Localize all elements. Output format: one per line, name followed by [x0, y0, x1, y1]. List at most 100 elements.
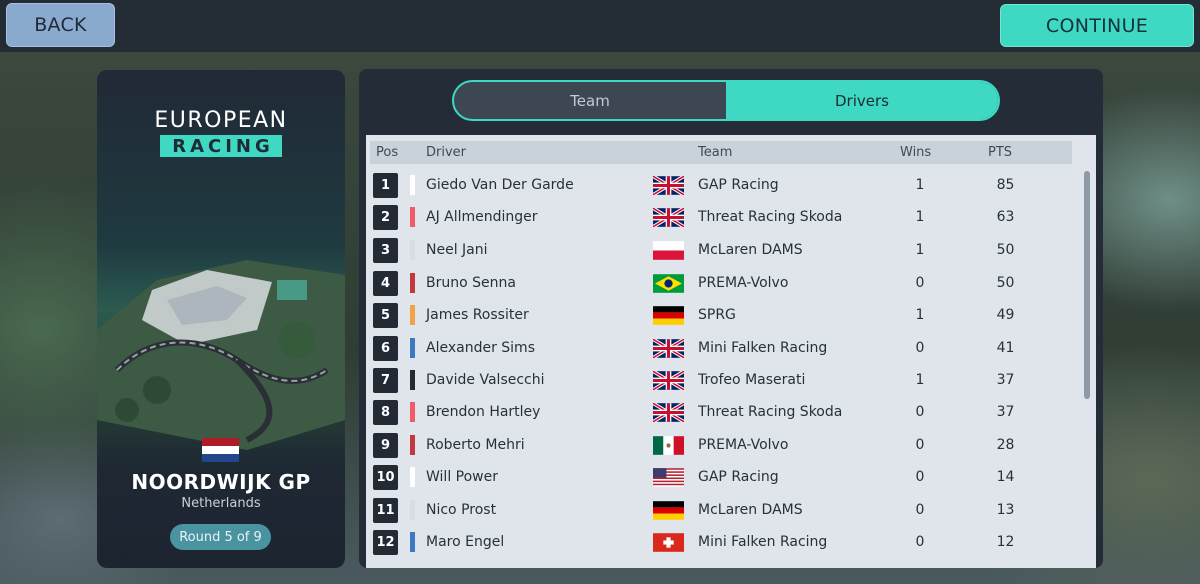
- team-name: McLaren DAMS: [698, 502, 803, 518]
- uk-flag-icon: [653, 208, 684, 227]
- points-total: 37: [996, 404, 1015, 420]
- position-badge: 11: [373, 498, 398, 523]
- tab-team[interactable]: Team: [454, 82, 726, 119]
- table-row[interactable]: 12 Maro Engel Mini Falken Racing 0 12: [366, 527, 1086, 557]
- driver-name: Maro Engel: [426, 534, 505, 550]
- usa-flag-icon: [653, 468, 684, 487]
- circuit-illustration: [97, 260, 345, 450]
- wins-count: 0: [915, 502, 925, 518]
- table-row[interactable]: 2 AJ Allmendinger Threat Racing Skoda 1 63: [366, 202, 1086, 232]
- points-total: 12: [996, 534, 1015, 550]
- column-pts: PTS: [988, 145, 1013, 160]
- wins-count: 0: [915, 275, 925, 291]
- position-badge: 1: [373, 173, 398, 198]
- switzerland-flag-icon: [653, 533, 684, 552]
- team-color-stripe: [410, 175, 415, 195]
- standings-panel: Team Drivers Pos Driver Team Wins PTS 1 G…: [359, 69, 1103, 568]
- driver-name: Bruno Senna: [426, 275, 516, 291]
- team-name: Mini Falken Racing: [698, 340, 828, 356]
- column-team: Team: [698, 145, 733, 160]
- column-pos: Pos: [376, 145, 399, 160]
- column-wins: Wins: [900, 145, 932, 160]
- netherlands-flag-icon: [202, 438, 239, 462]
- wins-count: 1: [915, 242, 925, 258]
- points-total: 37: [996, 372, 1015, 388]
- round-badge: Round 5 of 9: [170, 524, 271, 550]
- team-color-stripe: [410, 370, 415, 390]
- driver-name: Roberto Mehri: [426, 437, 525, 453]
- continue-button[interactable]: CONTINUE: [1000, 4, 1194, 47]
- team-name: GAP Racing: [698, 177, 779, 193]
- table-row[interactable]: 7 Davide Valsecchi Trofeo Maserati 1 37: [366, 365, 1086, 395]
- driver-name: James Rossiter: [426, 307, 529, 323]
- team-color-stripe: [410, 305, 415, 325]
- team-color-stripe: [410, 435, 415, 455]
- table-row[interactable]: 4 Bruno Senna PREMA-Volvo 0 50: [366, 268, 1086, 298]
- brazil-flag-icon: [653, 274, 684, 293]
- team-color-stripe: [410, 273, 415, 293]
- wins-count: 1: [915, 177, 925, 193]
- team-color-stripe: [410, 338, 415, 358]
- points-total: 63: [996, 209, 1015, 225]
- uk-flag-icon: [653, 403, 684, 422]
- event-country: Netherlands: [181, 496, 261, 511]
- wins-count: 0: [915, 534, 925, 550]
- standings-toggle: Team Drivers: [452, 80, 1000, 121]
- wins-count: 0: [915, 469, 925, 485]
- table-row[interactable]: 3 Neel Jani McLaren DAMS 1 50: [366, 235, 1086, 265]
- position-badge: 2: [373, 205, 398, 230]
- position-badge: 7: [373, 368, 398, 393]
- germany-flag-icon: [653, 306, 684, 325]
- team-name: PREMA-Volvo: [698, 275, 789, 291]
- team-name: Threat Racing Skoda: [698, 209, 843, 225]
- uk-flag-icon: [653, 339, 684, 358]
- position-badge: 3: [373, 238, 398, 263]
- position-badge: 5: [373, 303, 398, 328]
- table-row[interactable]: 1 Giedo Van Der Garde GAP Racing 1 85: [366, 170, 1086, 200]
- team-name: McLaren DAMS: [698, 242, 803, 258]
- column-driver: Driver: [426, 145, 467, 160]
- mexico-flag-icon: [653, 436, 684, 455]
- position-badge: 12: [373, 530, 398, 555]
- points-total: 14: [996, 469, 1015, 485]
- team-color-stripe: [410, 207, 415, 227]
- table-row[interactable]: 9 Roberto Mehri PREMA-Volvo 0 28: [366, 430, 1086, 460]
- series-logo-line1: EUROPEAN: [154, 108, 288, 133]
- tab-drivers[interactable]: Drivers: [726, 82, 998, 119]
- back-button[interactable]: BACK: [6, 3, 115, 47]
- table-row[interactable]: 6 Alexander Sims Mini Falken Racing 0 41: [366, 333, 1086, 363]
- team-color-stripe: [410, 467, 415, 487]
- wins-count: 1: [915, 307, 925, 323]
- table-row[interactable]: 5 James Rossiter SPRG 1 49: [366, 300, 1086, 330]
- position-badge: 8: [373, 400, 398, 425]
- driver-name: Nico Prost: [426, 502, 497, 518]
- team-color-stripe: [410, 240, 415, 260]
- points-total: 41: [996, 340, 1015, 356]
- table-row[interactable]: 10 Will Power GAP Racing 0 14: [366, 462, 1086, 492]
- team-name: SPRG: [698, 307, 736, 323]
- driver-name: Will Power: [426, 469, 498, 485]
- team-name: PREMA-Volvo: [698, 437, 789, 453]
- table-header: Pos Driver Team Wins PTS: [370, 141, 1072, 164]
- team-color-stripe: [410, 500, 415, 520]
- position-badge: 4: [373, 271, 398, 296]
- wins-count: 0: [915, 437, 925, 453]
- points-total: 49: [996, 307, 1015, 323]
- wins-count: 1: [915, 209, 925, 225]
- points-total: 50: [996, 275, 1015, 291]
- scrollbar[interactable]: [1084, 171, 1090, 399]
- points-total: 50: [996, 242, 1015, 258]
- table-row[interactable]: 11 Nico Prost McLaren DAMS 0 13: [366, 495, 1086, 525]
- team-name: Threat Racing Skoda: [698, 404, 843, 420]
- team-name: Trofeo Maserati: [698, 372, 806, 388]
- team-name: Mini Falken Racing: [698, 534, 828, 550]
- top-bar: BACK CONTINUE: [0, 0, 1200, 52]
- points-total: 13: [996, 502, 1015, 518]
- poland-flag-icon: [653, 241, 684, 260]
- uk-flag-icon: [653, 176, 684, 195]
- team-color-stripe: [410, 402, 415, 422]
- points-total: 85: [996, 177, 1015, 193]
- wins-count: 0: [915, 404, 925, 420]
- table-row[interactable]: 8 Brendon Hartley Threat Racing Skoda 0 37: [366, 397, 1086, 427]
- team-name: GAP Racing: [698, 469, 779, 485]
